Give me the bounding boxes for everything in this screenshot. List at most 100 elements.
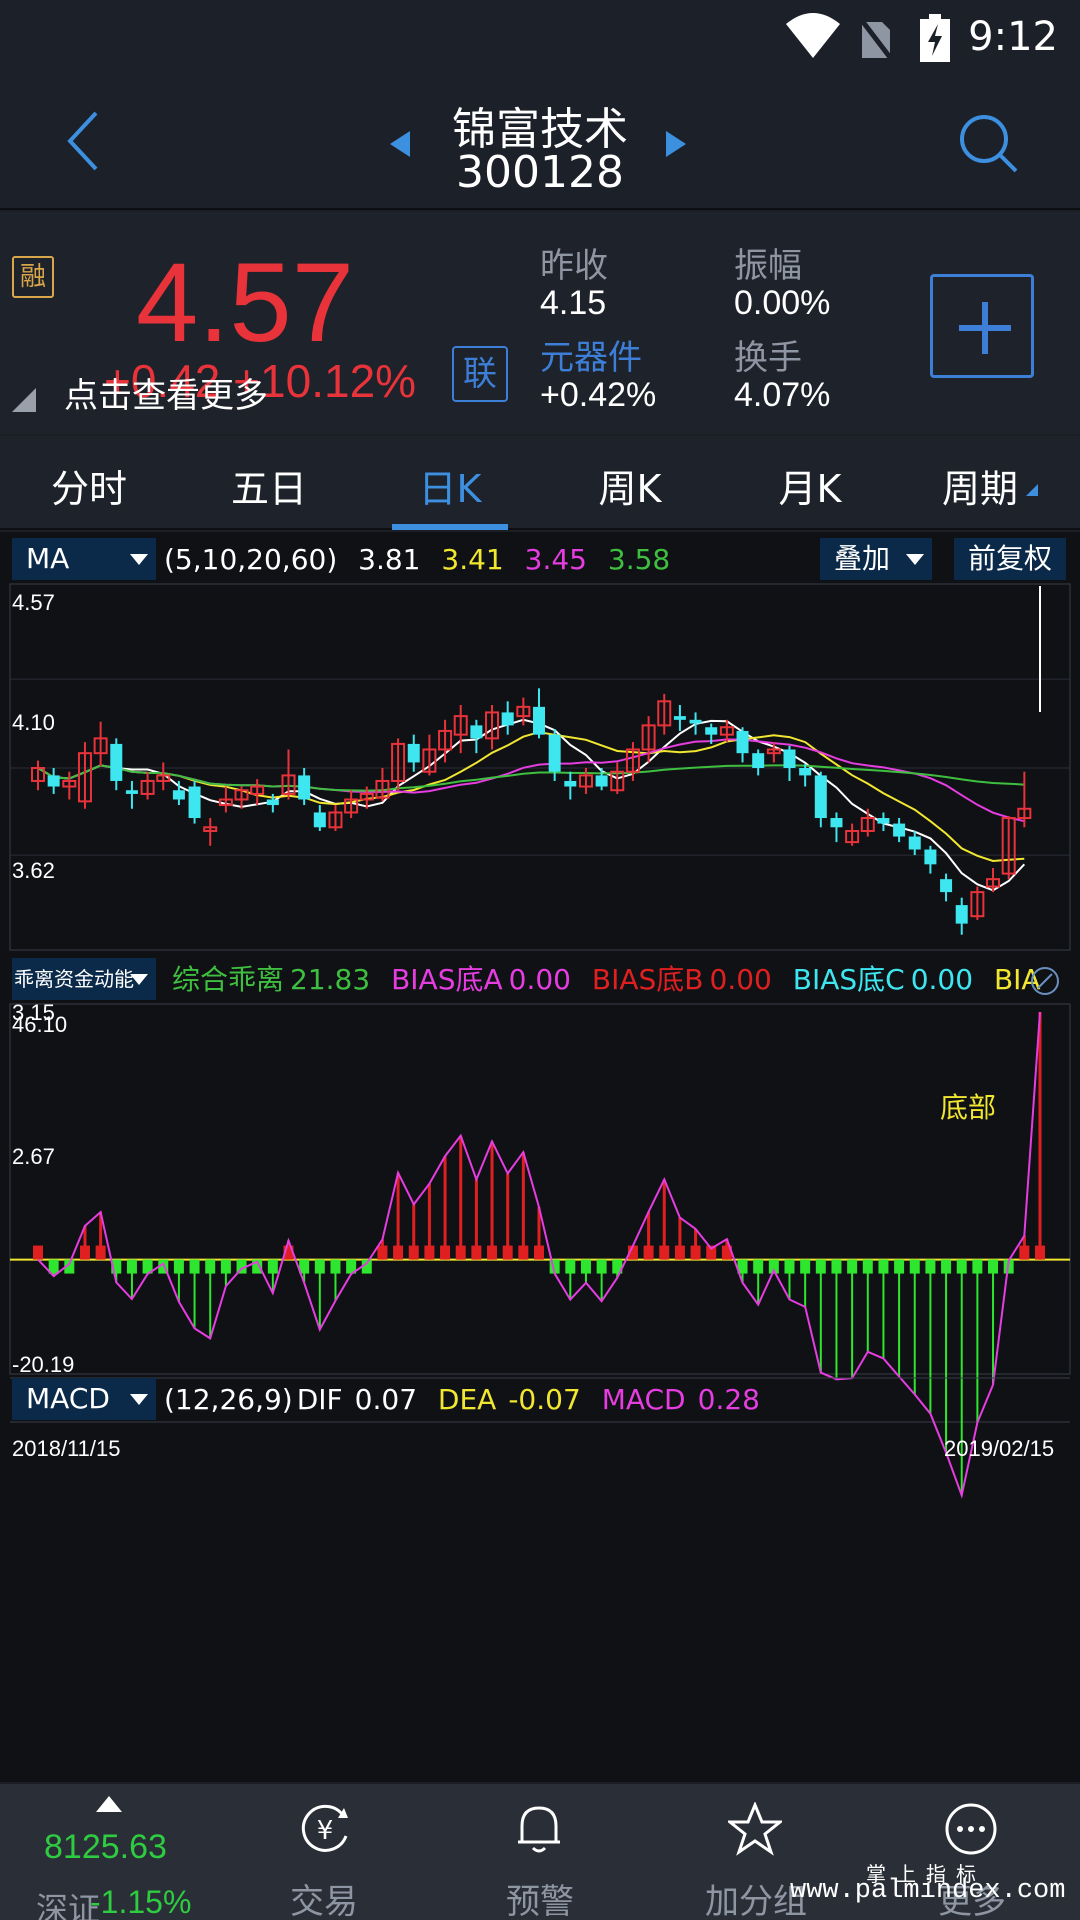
add-watchlist-button[interactable] [930,274,1034,378]
bias-block [79,1245,90,1260]
bias-block [956,1259,967,1274]
current-price: 4.57 [136,240,354,365]
more-hint[interactable]: 点击查看更多 [64,368,268,417]
candle-body [501,712,514,726]
bell-icon[interactable] [516,1802,562,1856]
bias-block [815,1259,826,1274]
star-icon[interactable] [728,1802,782,1856]
bias-block [314,1259,325,1274]
expand-corner-icon[interactable] [12,388,36,412]
index-value[interactable]: 8125.63 [44,1828,167,1867]
bias-block [377,1245,388,1260]
sub-panel-frame [9,1003,1071,1375]
bias-block [753,1259,764,1274]
start-date: 2018/11/15 [12,1436,121,1461]
tab-period[interactable]: 周期 [924,458,1036,513]
candle-body [924,849,937,865]
nav-alert[interactable]: 预警 [460,1874,620,1920]
ma10-line [37,731,1025,863]
sub-axis-max: 46.10 [12,1012,68,1037]
bias-block [502,1245,513,1260]
amplitude-label: 振幅 [734,246,802,286]
overlay-select[interactable]: 叠加 [820,538,932,580]
stock-code: 300128 [456,147,624,198]
bias-b-label: BIAS底B [591,963,704,996]
bias-block [33,1245,43,1260]
bias-block [95,1245,106,1260]
ma10-value: 3.41 [441,543,504,576]
bias-block [330,1259,341,1274]
next-stock-icon[interactable] [664,129,688,159]
candle-body [955,905,968,924]
bias-block [393,1245,404,1260]
expand-indicator-icon[interactable] [1030,966,1060,996]
tab-weekly-k[interactable]: 周K [574,458,686,513]
macd-values: (12,26,9) DIF 0.07 DEA -0.07 MACD 0.28 [164,1378,772,1422]
nav-trade[interactable]: 交易 [244,1874,404,1920]
macd-select[interactable]: MACD [12,1378,156,1420]
candle-body [564,780,577,787]
bias-block [831,1259,842,1274]
bias-block [659,1245,670,1260]
candle-body [877,818,890,824]
candle-body [298,775,311,800]
candle-body [548,734,561,772]
tab-five-day[interactable]: 五日 [214,458,324,513]
active-tab-indicator [392,524,508,530]
period-tabs: 分时 五日 日K 周K 月K 周期 [0,436,1080,530]
main-indicator-select[interactable]: MA [12,538,156,580]
bias-block [643,1245,654,1260]
ma60-value: 3.58 [607,543,671,576]
chevron-down-icon [906,554,924,565]
candle-body [893,823,906,837]
status-bar: 9:12 [0,0,1080,75]
bias-c-value: 0.00 [910,963,974,996]
watermark: www.palmindex.com [790,1876,1066,1906]
sub-indicator-select[interactable]: 乖离资金动能 [12,958,156,1000]
bias-a-value: 0.00 [508,963,571,996]
dea-label: DEA [437,1383,497,1416]
candle-body [814,775,827,819]
candle-body [313,812,326,828]
price-axis-tick: 3.62 [12,858,55,883]
ma5-line [37,718,1026,892]
macd-value: 0.28 [697,1383,760,1416]
candle-body [673,716,686,720]
candle-body [266,799,279,806]
index-change: -1.15% [90,1884,192,1920]
bias-block [690,1245,701,1260]
bias-block [440,1245,451,1260]
candle-body [830,818,843,828]
tab-monthly-k[interactable]: 月K [754,458,866,513]
tab-daily-k[interactable]: 日K [394,458,506,513]
price-axis-min: 2.67 [12,1144,55,1169]
bias-block [565,1259,576,1274]
main-indicator-bar: MA (5,10,20,60) 3.81 3.41 3.45 3.58 叠加 前… [0,538,1080,582]
amplitude-value: 0.00% [734,284,831,322]
search-icon[interactable] [958,113,1020,175]
turnover-value: 4.07% [734,376,831,414]
dif-value: 0.07 [354,1383,418,1416]
sector-link[interactable]: 元器件 [540,330,642,379]
dea-value: -0.07 [508,1383,581,1416]
tab-intraday[interactable]: 分时 [34,458,144,513]
up-arrow-icon[interactable] [96,1796,122,1812]
bias-block [471,1245,482,1260]
yen-icon[interactable]: ¥ [298,1802,352,1856]
bias-block [972,1259,983,1274]
candle-body [783,749,796,768]
price-axis-tick: 4.10 [12,710,55,735]
main-indicator-name: MA [26,542,70,575]
sub-indicator-values: 综合乖离 21.83 BIAS底A 0.00 BIAS底B 0.00 BIAS底C 0.… [172,958,1042,1002]
adjust-button[interactable]: 前复权 [954,538,1066,580]
chart-area[interactable]: MA (5,10,20,60) 3.81 3.41 3.45 3.58 叠加 前… [0,532,1080,1782]
margin-badge: 融 [12,256,54,298]
bias-block [424,1245,435,1260]
linked-badge[interactable]: 联 [452,346,508,402]
period-dropdown-icon[interactable] [1026,484,1038,496]
more-icon[interactable] [944,1802,998,1856]
candle-body [595,775,608,787]
candle-body [752,753,765,768]
overlay-label: 叠加 [834,542,891,575]
candle-body [689,719,702,724]
